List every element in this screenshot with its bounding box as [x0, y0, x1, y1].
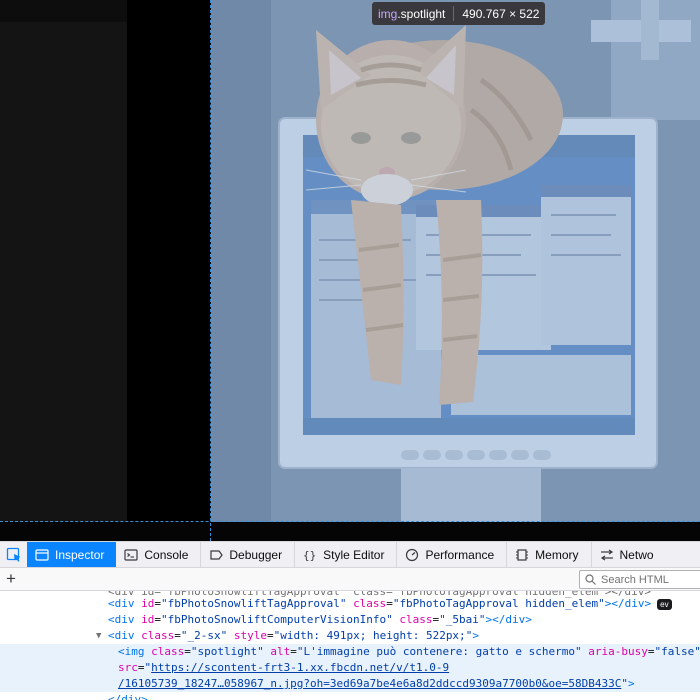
element-picker-icon: [6, 547, 20, 562]
markup-img-line-2: src="https://scontent-frt3-1.xx.fbcdn.ne…: [118, 661, 450, 674]
tab-performance[interactable]: Performance: [397, 542, 508, 567]
closing-tag: </div>: [108, 693, 148, 700]
tag-name: img: [124, 645, 145, 658]
highlighter-infobar: img .spotlight 490.767 × 522: [372, 2, 546, 25]
attr-name: class: [399, 613, 433, 626]
left-panel-strip: [0, 0, 127, 22]
tab-memory[interactable]: Memory: [507, 542, 592, 567]
tag-name: div: [624, 597, 645, 610]
viewport-bottom-bar: [0, 522, 700, 541]
src-link-part1[interactable]: https://scontent-frt3-1.xx.fbcdn.net/v/t…: [151, 661, 449, 674]
attr-name: class: [141, 629, 175, 642]
performance-icon: [406, 548, 419, 561]
attr-name: id: [141, 613, 155, 626]
markup-img-line-1: <img class="spotlight" alt="L'immagine p…: [118, 645, 700, 658]
tab-console-label: Console: [144, 547, 189, 562]
attr-name: class: [353, 597, 387, 610]
tab-memory-label: Memory: [535, 547, 579, 562]
infobar-class: .spotlight: [397, 6, 446, 21]
attr-name: class: [151, 645, 185, 658]
tag-name: div: [114, 613, 135, 626]
markup-node-2sx[interactable]: ▼ <div class="_2-sx" style="width: 491px…: [0, 628, 700, 644]
expand-twisty-icon[interactable]: ▼: [96, 628, 101, 644]
tab-style-editor-label: Style Editor: [323, 547, 385, 562]
markup-view[interactable]: <div id="fbPhotoSnowliftTagApproval" cla…: [0, 591, 700, 700]
add-node-icon[interactable]: +: [6, 569, 16, 589]
infobar-dimensions: 490.767 × 522: [462, 6, 540, 21]
attr-value: fbPhotoTagApproval hidden_elem: [399, 597, 599, 610]
page-viewport: img .spotlight 490.767 × 522: [0, 0, 700, 541]
attr-name: id: [141, 597, 155, 610]
search-icon: [585, 574, 596, 585]
style-editor-icon: {}: [303, 549, 316, 562]
tab-debugger-label: Debugger: [229, 547, 283, 562]
attr-value: fbPhotoSnowliftTagApproval: [167, 597, 340, 610]
attr-value: fbPhotoSnowliftComputerVisionInfo: [167, 613, 387, 626]
black-backdrop: [127, 0, 211, 522]
markup-node-tag-approval[interactable]: <div id="fbPhotoSnowliftTagApproval" cla…: [0, 596, 700, 612]
tab-console[interactable]: Console: [116, 542, 202, 567]
search-placeholder: Search HTML: [601, 573, 669, 586]
tab-style-editor[interactable]: {} Style Editor: [295, 542, 398, 567]
devtools-tabbar: Inspector Console Debugger {} Style Edit…: [0, 541, 700, 568]
memory-icon: [516, 548, 529, 561]
inspector-toolbar: + Search HTML: [0, 568, 700, 591]
attr-name: src: [118, 661, 138, 674]
tab-debugger[interactable]: Debugger: [201, 542, 296, 567]
element-highlight-overlay: [211, 0, 700, 522]
search-html-input[interactable]: Search HTML: [579, 570, 700, 589]
guide-line-vertical: [210, 0, 211, 541]
attr-value: false: [661, 645, 695, 658]
tag-name: div: [114, 629, 135, 642]
attr-value: width: 491px; height: 522px;: [280, 629, 466, 642]
attr-name: alt: [270, 645, 291, 658]
tab-performance-label: Performance: [425, 547, 495, 562]
network-icon: [600, 549, 613, 560]
attr-value: _5bai: [445, 613, 479, 626]
left-panel: [0, 0, 127, 522]
attr-name: style: [233, 629, 267, 642]
infobar-separator: [453, 6, 455, 21]
markup-img-line-3: /16105739_18247…058967_n.jpg?oh=3ed69a7b…: [118, 677, 635, 690]
tab-inspector[interactable]: Inspector: [27, 542, 117, 567]
markup-node-computer-vision[interactable]: <div id="fbPhotoSnowliftComputerVisionIn…: [0, 612, 700, 628]
src-link-part2[interactable]: /16105739_18247…058967_n.jpg?oh=3ed69a7b…: [118, 677, 621, 690]
attr-value: L'immagine può contenere: gatto e scherm…: [303, 645, 576, 658]
inspector-icon: [35, 548, 49, 561]
infobar-tag: img: [378, 6, 398, 21]
attr-name: aria-busy: [588, 645, 648, 658]
console-icon: [124, 548, 138, 561]
markup-closing-div[interactable]: </div>: [0, 692, 700, 700]
attr-value: spotlight: [197, 645, 258, 658]
tab-inspector-label: Inspector: [55, 547, 105, 562]
guide-line-horizontal: [0, 521, 700, 522]
tag-name: div: [114, 597, 135, 610]
tab-network-label: Netwo: [619, 547, 654, 562]
tab-network[interactable]: Netwo: [592, 542, 666, 567]
tag-name: div: [505, 613, 526, 626]
element-picker-button[interactable]: [0, 542, 27, 567]
event-badge[interactable]: ev: [657, 598, 672, 610]
svg-text:{}: {}: [303, 549, 316, 562]
attr-value: _2-sx: [187, 629, 221, 642]
debugger-icon: [210, 549, 224, 560]
